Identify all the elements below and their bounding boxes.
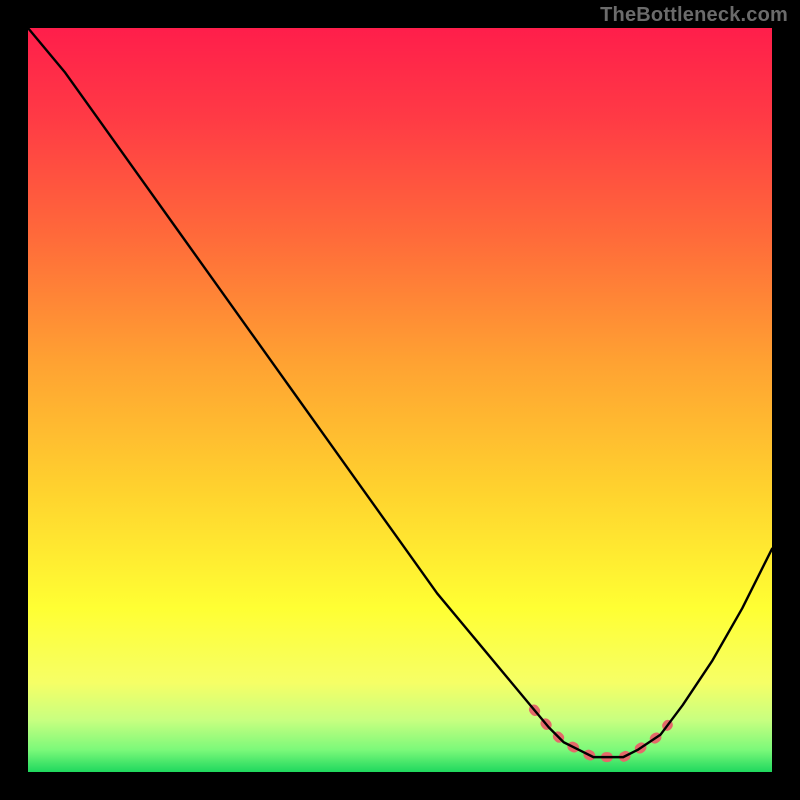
watermark-text: TheBottleneck.com: [600, 4, 788, 27]
plot-background: [28, 28, 772, 772]
bottleneck-chart: [0, 0, 800, 800]
